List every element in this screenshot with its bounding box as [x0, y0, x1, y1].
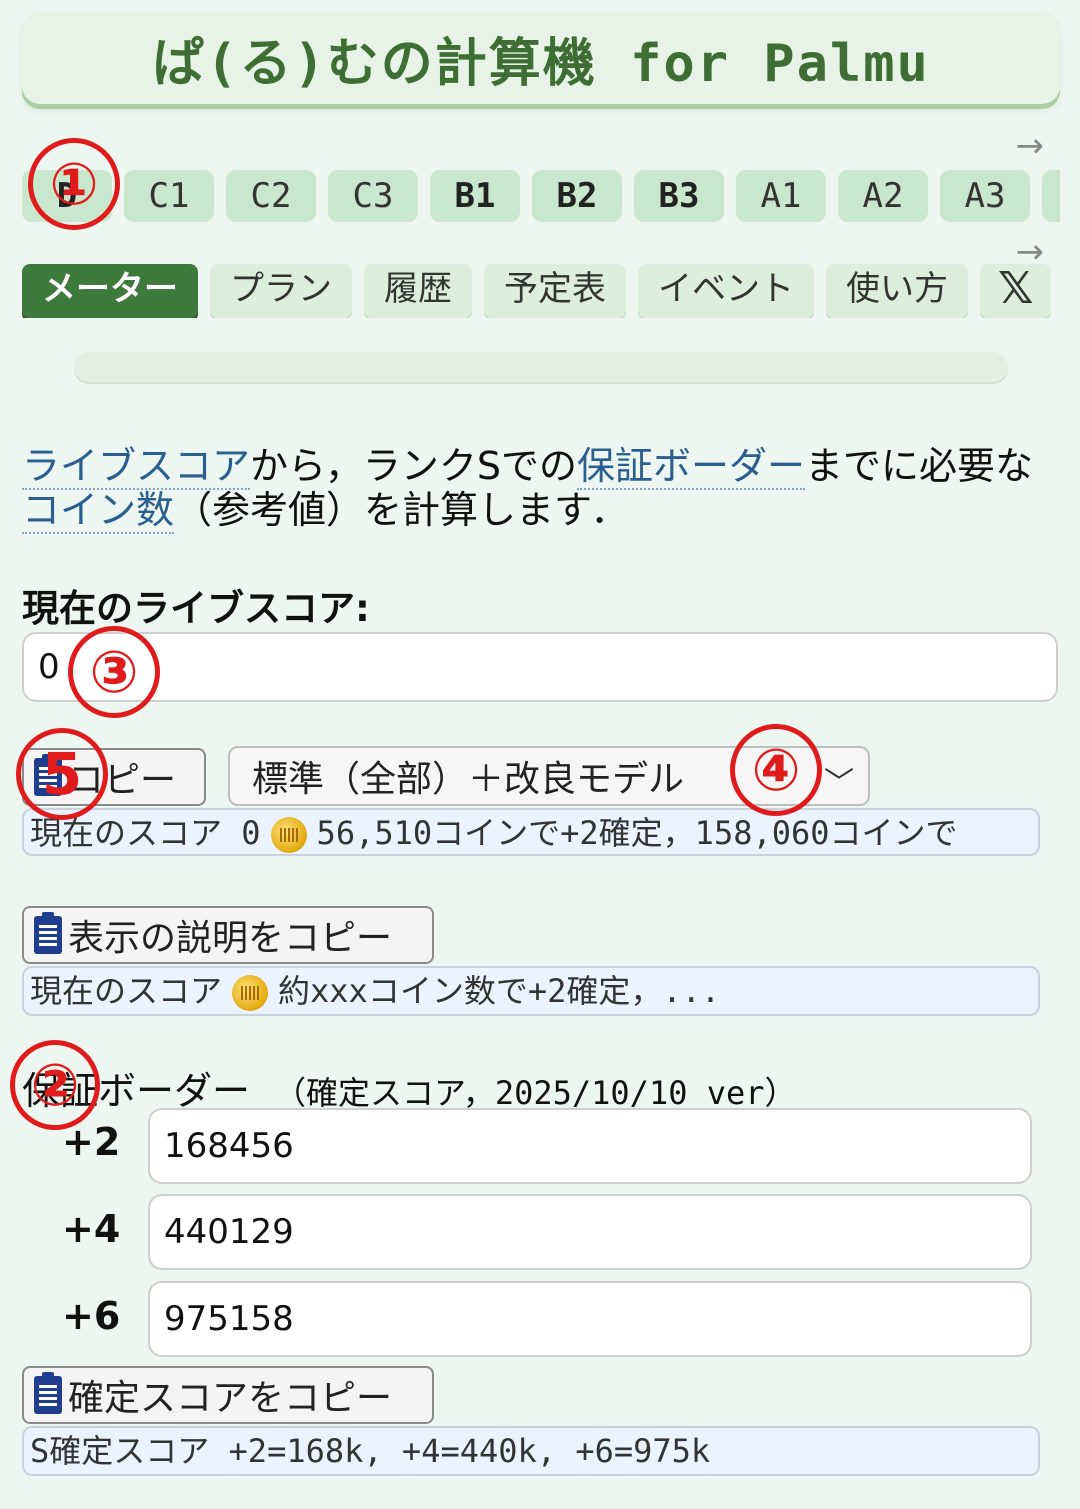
intro-text-2: までに必要な: [805, 444, 1034, 488]
border-label-plus4: +4: [62, 1207, 121, 1251]
rank-tab-a1[interactable]: A1: [736, 170, 826, 222]
nav-tab-0[interactable]: メーター: [22, 264, 198, 318]
clipboard-icon: [34, 1372, 62, 1414]
explain-copy-button-label: 表示の説明をコピー: [68, 918, 393, 959]
intro-text: ライブスコアから，ランクSでの保証ボーダーまでに必要なコイン数（参考値）を計算し…: [22, 444, 1062, 534]
rank-tab-a3[interactable]: A3: [940, 170, 1030, 222]
border-label-plus6: +6: [62, 1294, 121, 1338]
app-title: ぱ(る)むの計算機 for Palmu: [152, 33, 930, 94]
nav-tabs: メーター プラン 履歴 予定表 イベント 使い方 𝕏: [22, 264, 1060, 318]
nav-tab-5[interactable]: 使い方: [826, 264, 968, 318]
border-link[interactable]: 保証ボーダー: [577, 444, 806, 490]
rank-tab-c2[interactable]: C2: [226, 170, 316, 222]
chevron-down-icon: ﹀: [824, 766, 854, 801]
coin-icon: [232, 975, 269, 1011]
rank-tab-a2[interactable]: A2: [838, 170, 928, 222]
rank-tab-b1[interactable]: B1: [430, 170, 520, 222]
live-score-link[interactable]: ライブスコア: [22, 444, 251, 490]
explain-copy-button[interactable]: 表示の説明をコピー: [22, 906, 434, 964]
x-icon[interactable]: 𝕏: [980, 264, 1052, 318]
rank-scroll-arrow-icon: →: [1015, 126, 1045, 166]
rank-tab-b3[interactable]: B3: [634, 170, 724, 222]
coins-link[interactable]: コイン数: [22, 488, 175, 534]
border-input-plus6[interactable]: 975158: [148, 1281, 1032, 1357]
border-section-title: 保証ボーダー （確定スコア，2025/10/10 ver）: [22, 1060, 797, 1115]
annotation-marker-1: ①: [28, 138, 120, 230]
rank-tab-overflow[interactable]: [1042, 170, 1060, 222]
border-input-plus4[interactable]: 440129: [148, 1194, 1032, 1270]
annotation-marker-2: ②: [10, 1040, 100, 1130]
progress-bar: [74, 352, 1008, 382]
live-score-label: 現在のライブスコア:: [22, 587, 370, 630]
explain-output-prefix: 現在のスコア: [30, 972, 223, 1010]
confirm-copy-button[interactable]: 確定スコアをコピー: [22, 1366, 434, 1424]
nav-tab-3[interactable]: 予定表: [484, 264, 626, 318]
nav-tab-2[interactable]: 履歴: [364, 264, 472, 318]
rank-tab-b2[interactable]: B2: [532, 170, 622, 222]
border-subtitle: （確定スコア，2025/10/10 ver）: [274, 1074, 797, 1112]
clipboard-icon: [34, 912, 62, 954]
nav-tab-4[interactable]: イベント: [638, 264, 814, 318]
confirm-output[interactable]: S確定スコア +2=168k, +4=440k, +6=975k: [22, 1426, 1040, 1476]
rank-tab-c1[interactable]: C1: [124, 170, 214, 222]
border-input-plus2[interactable]: 168456: [148, 1108, 1032, 1184]
explain-output-suffix: 約xxxコイン数で+2確定，...: [278, 972, 721, 1010]
live-score-input[interactable]: 0: [22, 632, 1058, 702]
annotation-marker-3: ③: [68, 626, 160, 718]
result-output[interactable]: 現在のスコア 0 56,510コインで+2確定，158,060コインで: [22, 808, 1040, 856]
result-output-suffix: 56,510コインで+2確定，158,060コインで: [316, 814, 958, 852]
rank-tab-c3[interactable]: C3: [328, 170, 418, 222]
app-header: ぱ(る)むの計算機 for Palmu: [22, 12, 1060, 104]
model-select-value: 標準（全部）＋改良モデル: [252, 759, 685, 800]
nav-tab-1[interactable]: プラン: [210, 264, 352, 318]
explain-output[interactable]: 現在のスコア 約xxxコイン数で+2確定，...: [22, 966, 1040, 1016]
border-label-plus2: +2: [62, 1120, 121, 1164]
confirm-copy-button-label: 確定スコアをコピー: [68, 1378, 393, 1419]
intro-text-3: （参考値）を計算します．: [174, 488, 629, 532]
annotation-marker-5: 5: [16, 728, 108, 820]
coin-icon: [270, 817, 307, 853]
annotation-marker-4: ④: [730, 724, 822, 816]
rank-tabs: D C1 C2 C3 B1 B2 B3 A1 A2 A3: [22, 170, 1060, 222]
intro-text-1: から，ランクSでの: [250, 444, 577, 488]
